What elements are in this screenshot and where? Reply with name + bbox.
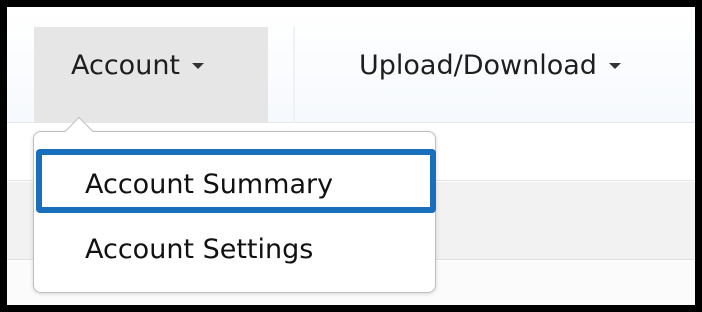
menu-item-label: Account Settings: [85, 234, 314, 265]
screenshot-frame: Account Upload/Download Account Summary …: [7, 7, 695, 305]
nav-upload-download-label: Upload/Download: [359, 49, 597, 81]
account-dropdown-menu: Account Summary Account Settings: [33, 116, 436, 293]
menu-item-account-summary[interactable]: Account Summary: [34, 157, 435, 213]
top-navbar: Account Upload/Download: [7, 7, 695, 123]
nav-upload-download-menu[interactable]: Upload/Download: [303, 27, 695, 123]
nav-separator: [293, 27, 295, 123]
menu-item-label: Account Summary: [85, 169, 334, 200]
menu-item-account-settings[interactable]: Account Settings: [34, 222, 435, 278]
nav-account-menu[interactable]: Account: [34, 27, 268, 123]
chevron-down-icon: [192, 63, 205, 69]
nav-account-label: Account: [71, 49, 181, 81]
chevron-down-icon: [608, 63, 621, 69]
